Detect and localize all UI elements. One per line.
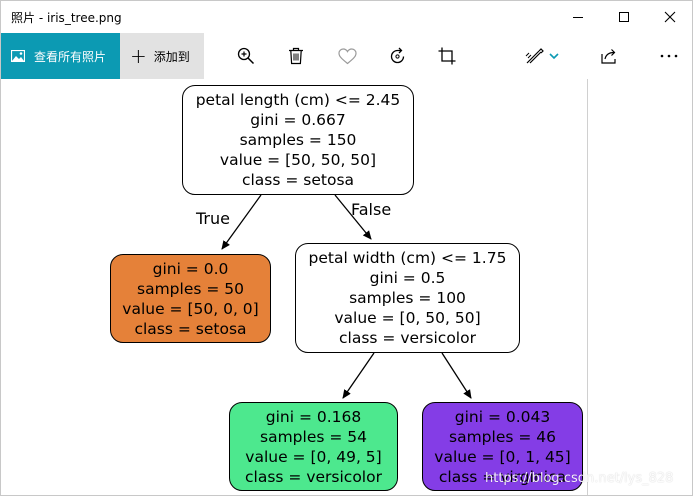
node-text-line: value = [50, 0, 0] (122, 299, 259, 318)
edge-label-true: True (196, 209, 230, 228)
tree-node-petal-width-split: petal width (cm) <= 1.75 gini = 0.5 samp… (295, 243, 520, 353)
heart-icon (337, 47, 357, 64)
right-panel (588, 79, 692, 495)
crop-icon (438, 47, 456, 65)
node-text-line: class = setosa (241, 171, 355, 189)
node-text-line: petal width (cm) <= 1.75 (308, 249, 507, 267)
node-text-line: samples = 150 (239, 131, 357, 149)
node-text-line: gini = 0.043 (454, 407, 551, 426)
minimize-button[interactable] (555, 1, 601, 33)
edit-icon (525, 48, 544, 64)
node-text-line: gini = 0.667 (250, 111, 346, 129)
photos-app-window: 照片 - iris_tree.png 查看所有照片 + 添加到 True Fal… (0, 0, 693, 496)
chevron-down-icon (549, 53, 559, 60)
tree-node-versicolor-leaf: gini = 0.168 samples = 54 value = [0, 49… (229, 402, 398, 491)
node-text-line: class = setosa (134, 319, 247, 338)
more-button[interactable] (658, 46, 680, 66)
see-all-photos-label: 查看所有照片 (34, 49, 107, 64)
window-title: 照片 - iris_tree.png (11, 11, 122, 25)
see-all-photos-button[interactable]: 查看所有照片 (1, 33, 120, 79)
zoom-in-icon (237, 47, 255, 65)
node-text-line: petal length (cm) <= 2.45 (195, 91, 401, 109)
watermark-text: https://blog.csdn.net/lys_828 (485, 471, 674, 486)
node-text-line: gini = 0.168 (265, 407, 362, 426)
node-text-line: samples = 46 (449, 427, 556, 446)
node-text-line: gini = 0.0 (152, 259, 229, 278)
favorite-button[interactable] (336, 46, 358, 66)
node-text-line: value = [0, 49, 5] (245, 447, 382, 466)
close-icon (664, 11, 676, 23)
image-viewer[interactable]: True False petal length (cm) <= 2.45 gin… (1, 79, 587, 495)
minimize-icon (573, 16, 583, 18)
title-bar: 照片 - iris_tree.png (1, 1, 692, 33)
picture-icon (11, 50, 25, 62)
node-text-line: samples = 50 (137, 279, 244, 298)
maximize-icon (619, 12, 629, 22)
tree-node-root: petal length (cm) <= 2.45 gini = 0.667 s… (182, 85, 414, 195)
node-text-line: samples = 54 (260, 427, 367, 446)
share-button[interactable] (599, 46, 621, 66)
edge-label-false: False (351, 200, 392, 219)
node-text-line: value = [50, 50, 50] (219, 151, 377, 169)
node-text-line: class = versicolor (245, 467, 382, 486)
node-text-line: gini = 0.5 (369, 269, 446, 287)
toolbar: 查看所有照片 + 添加到 (1, 33, 692, 79)
add-to-button[interactable]: + 添加到 (120, 33, 204, 79)
tree-node-setosa-leaf: gini = 0.0 samples = 50 value = [50, 0, … (110, 254, 271, 343)
delete-button[interactable] (285, 46, 307, 66)
edit-create-button[interactable] (523, 46, 561, 66)
rotate-icon (390, 47, 404, 63)
close-button[interactable] (647, 1, 692, 33)
share-icon (601, 49, 616, 64)
edge-mid-virginica (441, 352, 472, 399)
node-text-line: samples = 100 (349, 289, 466, 307)
plus-icon: + (130, 44, 147, 68)
edge-mid-versicolor (342, 352, 375, 399)
more-icon (660, 54, 678, 58)
zoom-button[interactable] (235, 46, 257, 66)
node-text-line: value = [0, 50, 50] (334, 309, 481, 327)
add-to-label: 添加到 (153, 49, 190, 64)
node-text-line: value = [0, 1, 45] (434, 447, 571, 466)
maximize-button[interactable] (601, 1, 647, 33)
crop-button[interactable] (436, 46, 458, 66)
node-text-line: class = versicolor (339, 329, 476, 347)
rotate-button[interactable] (386, 46, 408, 66)
delete-icon (289, 47, 303, 65)
